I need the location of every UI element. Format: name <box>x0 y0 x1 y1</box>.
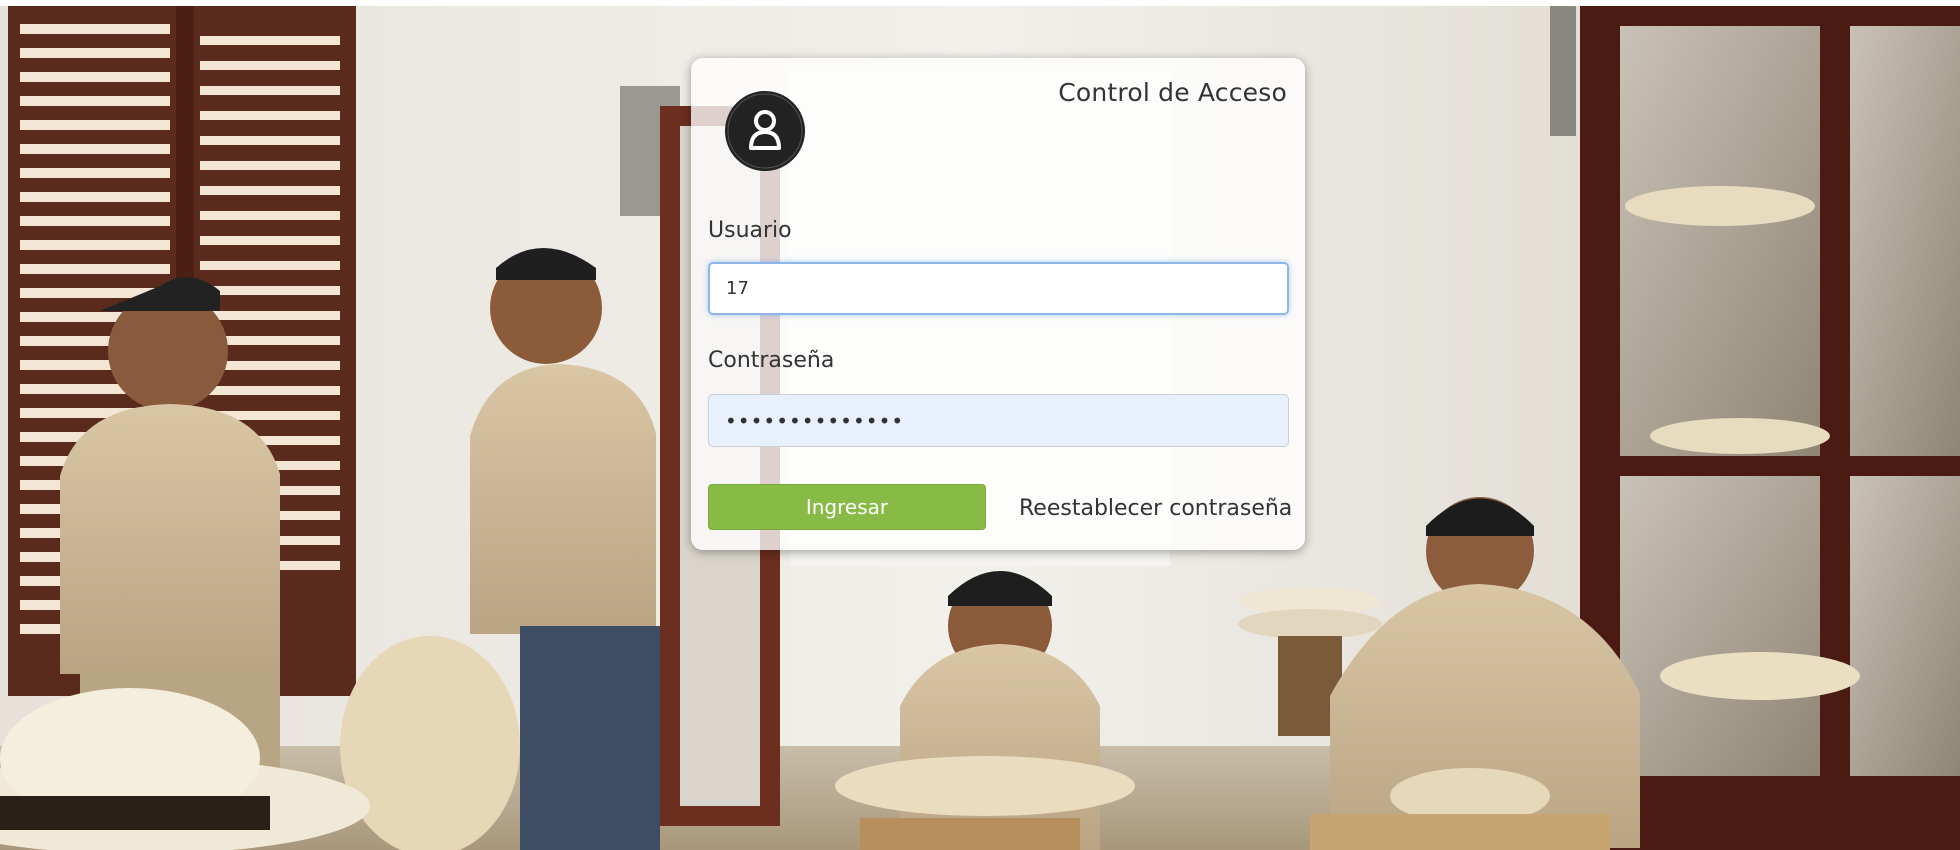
username-input[interactable] <box>708 262 1289 315</box>
password-input[interactable] <box>708 394 1289 447</box>
username-label: Usuario <box>708 218 792 243</box>
card-title: Control de Acceso <box>1058 78 1287 107</box>
login-button[interactable]: Ingresar <box>708 484 986 530</box>
reset-password-link[interactable]: Reestablecer contraseña <box>1019 496 1292 521</box>
user-icon <box>724 90 806 172</box>
login-page: Control de Acceso Usuario Contraseña Ing… <box>0 0 1960 850</box>
password-label: Contraseña <box>708 348 835 373</box>
login-card: Control de Acceso Usuario Contraseña Ing… <box>691 58 1305 550</box>
